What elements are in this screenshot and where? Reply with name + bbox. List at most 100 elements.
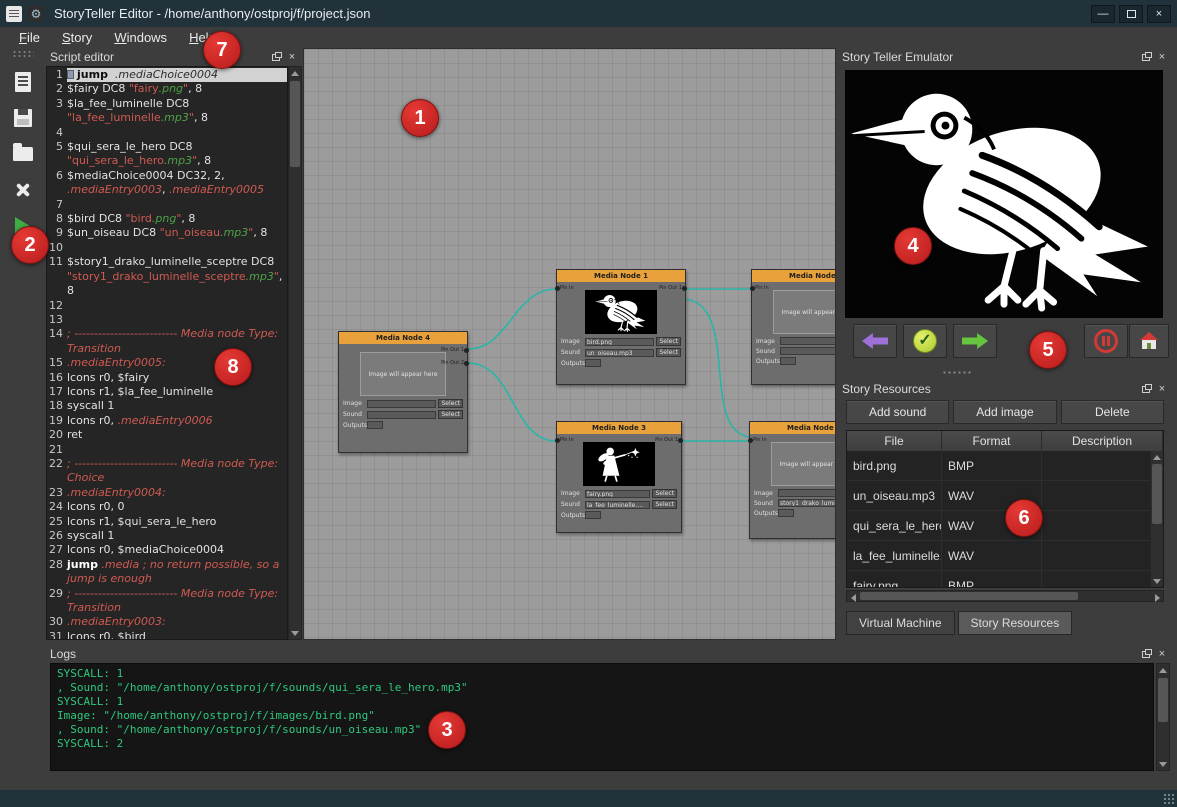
maximize-button[interactable] [1119, 5, 1143, 23]
script-line[interactable]: 29; -------------------------- Media nod… [47, 587, 287, 616]
script-line[interactable]: 10 [47, 241, 287, 255]
script-line[interactable]: 26syscall 1 [47, 529, 287, 543]
script-line[interactable]: 14; -------------------------- Media nod… [47, 327, 287, 356]
pin-in[interactable] [555, 438, 560, 443]
script-line[interactable]: 12 [47, 299, 287, 313]
toolbar-handle[interactable] [12, 50, 34, 58]
table-hscrollbar[interactable] [846, 590, 1164, 602]
pin-out[interactable] [678, 438, 683, 443]
pin-out[interactable] [464, 348, 469, 353]
table-row[interactable]: la_fee_luminelle.mp3WAV [847, 541, 1163, 571]
script-line[interactable]: 22; -------------------------- Media nod… [47, 457, 287, 486]
close-icon[interactable]: × [1156, 649, 1168, 660]
column-header[interactable]: Format [942, 431, 1042, 451]
node-title[interactable]: Media Node 2 [752, 270, 836, 282]
script-line[interactable]: 11$story1_drako_luminelle_sceptre DC8 "s… [47, 255, 287, 298]
select-image-button[interactable]: Select [438, 399, 463, 408]
script-line[interactable]: 28jump .media ; no return possible, so a… [47, 558, 287, 587]
script-line[interactable]: 20ret [47, 428, 287, 442]
script-line[interactable]: 6$mediaChoice0004 DC32, 2, .mediaEntry00… [47, 169, 287, 198]
select-sound-button[interactable]: Select [652, 500, 677, 509]
add-sound-button[interactable]: Add sound [846, 400, 949, 424]
open-button[interactable] [6, 138, 40, 170]
outputs-stepper[interactable] [367, 421, 383, 429]
confirm-button[interactable]: ✓ [903, 324, 947, 358]
select-image-button[interactable]: Select [652, 489, 677, 498]
column-header[interactable]: File [847, 431, 942, 451]
menu-file[interactable]: File [10, 29, 49, 46]
float-icon[interactable] [1140, 649, 1152, 660]
script-line[interactable]: 18syscall 1 [47, 399, 287, 413]
pin-in[interactable] [555, 286, 560, 291]
splitter-handle[interactable] [942, 370, 972, 375]
column-header[interactable]: Description [1042, 431, 1163, 451]
script-line[interactable]: 7 [47, 198, 287, 212]
close-project-button[interactable] [6, 174, 40, 206]
script-line[interactable]: 30.mediaEntry0003: [47, 615, 287, 629]
close-button[interactable]: × [1147, 5, 1171, 23]
select-sound-button[interactable]: Select [656, 348, 681, 357]
script-line[interactable]: 24lcons r0, 0 [47, 500, 287, 514]
scroll-left-icon[interactable] [847, 592, 859, 604]
scroll-thumb[interactable] [1158, 678, 1168, 722]
media-node[interactable]: Media Node 4 Pin Out 1 Pin Out 2 Image w… [338, 331, 468, 453]
close-icon[interactable]: × [286, 52, 298, 63]
outputs-stepper[interactable] [585, 511, 601, 519]
select-sound-button[interactable]: Select [438, 410, 463, 419]
node-title[interactable]: Media Node 6 [750, 422, 836, 434]
script-line[interactable]: 1jump .mediaChoice0004 [47, 68, 287, 82]
table-row[interactable]: bird.pngBMP [847, 451, 1163, 481]
script-line[interactable]: 9$un_oiseau DC8 "un_oiseau.mp3", 8 [47, 226, 287, 240]
close-icon[interactable]: × [1156, 384, 1168, 395]
back-button[interactable] [853, 324, 897, 358]
add-image-button[interactable]: Add image [953, 400, 1056, 424]
node-title[interactable]: Media Node 1 [557, 270, 685, 282]
forward-button[interactable] [953, 324, 997, 358]
outputs-stepper[interactable] [585, 359, 601, 367]
script-line[interactable]: 27lcons r0, $mediaChoice0004 [47, 543, 287, 557]
scroll-up-icon[interactable] [289, 67, 301, 79]
script-line[interactable]: 5$qui_sera_le_hero DC8 "qui_sera_le_hero… [47, 140, 287, 169]
node-title[interactable]: Media Node 4 [339, 332, 467, 344]
table-row[interactable]: un_oiseau.mp3WAV [847, 481, 1163, 511]
menu-story[interactable]: Story [53, 29, 101, 46]
script-line[interactable]: 25lcons r1, $qui_sera_le_hero [47, 515, 287, 529]
logs-scrollbar[interactable] [1156, 663, 1170, 771]
script-line[interactable]: 21 [47, 443, 287, 457]
tab-story-resources[interactable]: Story Resources [958, 611, 1073, 635]
media-node[interactable]: Media Node 6 Pin In Image will appear he… [749, 421, 836, 539]
scroll-right-icon[interactable] [1151, 592, 1163, 604]
script-line[interactable]: 2$fairy DC8 "fairy.png", 8 [47, 82, 287, 96]
scroll-thumb[interactable] [290, 81, 300, 167]
scroll-up-icon[interactable] [1157, 664, 1169, 676]
outputs-stepper[interactable] [780, 357, 796, 365]
select-image-button[interactable]: Select [656, 337, 681, 346]
scroll-up-icon[interactable] [1151, 451, 1163, 463]
pin-out[interactable] [464, 361, 469, 366]
delete-button[interactable]: Delete [1061, 400, 1164, 424]
scroll-down-icon[interactable] [1157, 758, 1169, 770]
media-node[interactable]: Media Node 3 Pin In Pin Out 1 Imagefairy… [556, 421, 682, 533]
minimize-button[interactable]: — [1091, 5, 1115, 23]
script-scrollbar[interactable] [288, 66, 302, 640]
tab-virtual-machine[interactable]: Virtual Machine [846, 611, 955, 635]
table-row[interactable]: fairy.pngBMP [847, 571, 1163, 588]
script-line[interactable]: 3$la_fee_luminelle DC8 "la_fee_luminelle… [47, 97, 287, 126]
pause-button[interactable] [1084, 324, 1128, 358]
node-title[interactable]: Media Node 3 [557, 422, 681, 434]
home-button[interactable] [1129, 324, 1169, 358]
close-icon[interactable]: × [1156, 52, 1168, 63]
pin-in[interactable] [748, 438, 753, 443]
new-script-button[interactable] [6, 66, 40, 98]
resize-grip[interactable] [1163, 793, 1175, 805]
scroll-thumb[interactable] [860, 592, 1078, 600]
logs-output[interactable]: SYSCALL: 1, Sound: "/home/anthony/ostpro… [50, 663, 1154, 771]
float-icon[interactable] [270, 52, 282, 63]
pin-in[interactable] [750, 286, 755, 291]
float-icon[interactable] [1140, 52, 1152, 63]
outputs-stepper[interactable] [778, 509, 794, 517]
resources-table[interactable]: FileFormatDescription bird.pngBMPun_oise… [846, 430, 1164, 588]
script-line[interactable]: 19lcons r0, .mediaEntry0006 [47, 414, 287, 428]
media-node[interactable]: Media Node 1 Pin In Pin Out 1 Imagebird.… [556, 269, 686, 385]
script-line[interactable]: 17lcons r1, $la_fee_luminelle [47, 385, 287, 399]
